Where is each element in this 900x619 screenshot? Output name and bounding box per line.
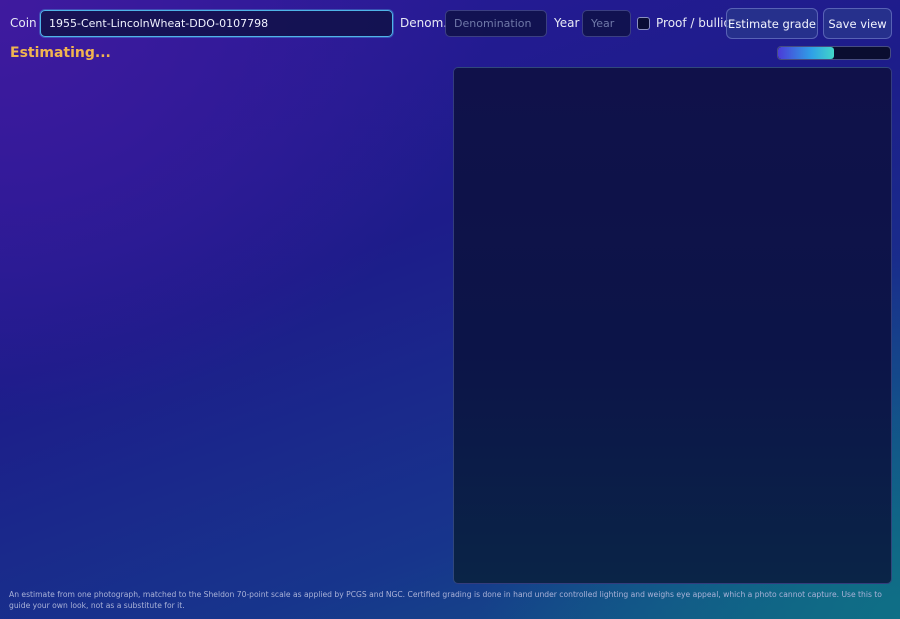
denomination-label: Denom. — [400, 16, 448, 30]
denomination-input[interactable] — [445, 10, 547, 37]
coin-image-panel — [453, 67, 892, 584]
save-view-button[interactable]: Save view — [823, 8, 892, 39]
disclaimer-text: An estimate from one photograph, matched… — [9, 590, 882, 610]
year-label: Year — [554, 16, 580, 30]
proof-bullion-checkbox[interactable] — [637, 17, 650, 30]
status-text: Estimating... — [10, 45, 111, 61]
coin-input[interactable] — [40, 10, 393, 37]
progress-bar — [777, 46, 891, 60]
year-input[interactable] — [582, 10, 631, 37]
coin-label: Coin — [10, 16, 37, 30]
progress-bar-fill — [778, 47, 834, 59]
toolbar: Coin Denom. Year Proof / bullion Estimat… — [0, 8, 900, 39]
estimate-grade-button[interactable]: Estimate grade — [726, 8, 818, 39]
